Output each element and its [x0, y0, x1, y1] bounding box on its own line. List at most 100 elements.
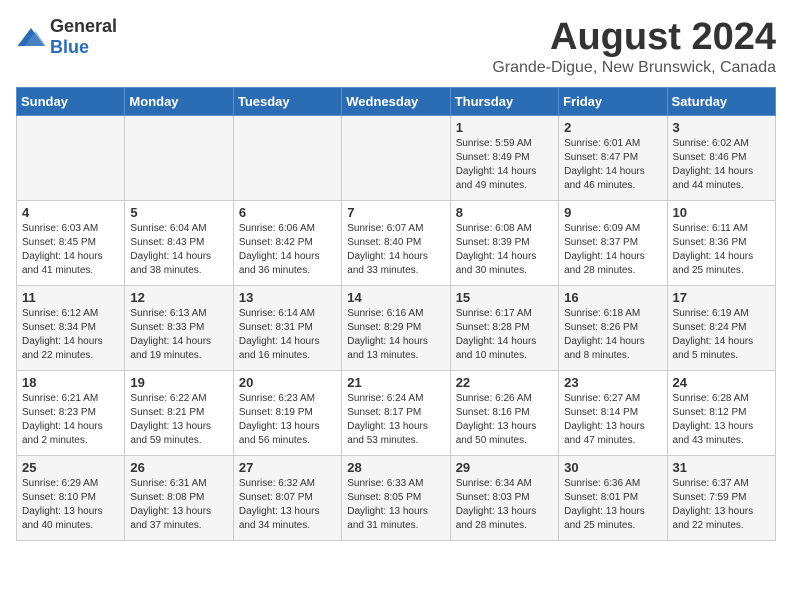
day-number: 11	[22, 290, 119, 305]
calendar-week-row: 4Sunrise: 6:03 AM Sunset: 8:45 PM Daylig…	[17, 201, 776, 286]
day-number: 5	[130, 205, 227, 220]
calendar-cell: 15 Sunrise: 6:17 AM Sunset: 8:28 PM Dayli…	[450, 286, 558, 371]
day-number: 7	[347, 205, 444, 220]
calendar-cell: 24 Sunrise: 6:28 AM Sunset: 8:12 PM Dayli…	[667, 371, 775, 456]
column-header-thursday: Thursday	[450, 88, 558, 116]
calendar-cell	[17, 116, 125, 201]
calendar-cell: 14 Sunrise: 6:16 AM Sunset: 8:29 PM Dayli…	[342, 286, 450, 371]
day-info: Sunrise: 6:26 AM Sunset: 8:16 PM Dayligh…	[456, 392, 553, 448]
day-info: Sunrise: 6:07 AM Sunset: 8:40 PM Dayligh…	[347, 222, 444, 278]
calendar-cell: 1Sunrise: 5:59 AM Sunset: 8:49 PM Daylig…	[450, 116, 558, 201]
day-info: Sunrise: 6:34 AM Sunset: 8:03 PM Dayligh…	[456, 477, 553, 533]
day-number: 13	[239, 290, 336, 305]
calendar-cell: 4Sunrise: 6:03 AM Sunset: 8:45 PM Daylig…	[17, 201, 125, 286]
day-number: 20	[239, 375, 336, 390]
month-year-title: August 2024	[492, 16, 776, 59]
day-info: Sunrise: 6:24 AM Sunset: 8:17 PM Dayligh…	[347, 392, 444, 448]
column-header-tuesday: Tuesday	[233, 88, 341, 116]
day-number: 17	[673, 290, 770, 305]
calendar-cell	[233, 116, 341, 201]
column-header-monday: Monday	[125, 88, 233, 116]
calendar-cell: 23Sunrise: 6:27 AM Sunset: 8:14 PM Dayli…	[559, 371, 667, 456]
title-block: August 2024 Grande-Digue, New Brunswick,…	[492, 16, 776, 77]
calendar-cell: 16 Sunrise: 6:18 AM Sunset: 8:26 PM Dayli…	[559, 286, 667, 371]
day-number: 16	[564, 290, 661, 305]
day-info: Sunrise: 6:11 AM Sunset: 8:36 PM Dayligh…	[673, 222, 770, 278]
day-info: Sunrise: 5:59 AM Sunset: 8:49 PM Dayligh…	[456, 137, 553, 193]
calendar-body: 1Sunrise: 5:59 AM Sunset: 8:49 PM Daylig…	[17, 116, 776, 541]
day-number: 8	[456, 205, 553, 220]
day-info: Sunrise: 6:22 AM Sunset: 8:21 PM Dayligh…	[130, 392, 227, 448]
day-info: Sunrise: 6:18 AM Sunset: 8:26 PM Dayligh…	[564, 307, 661, 363]
day-info: Sunrise: 6:03 AM Sunset: 8:45 PM Dayligh…	[22, 222, 119, 278]
calendar-cell: 6 Sunrise: 6:06 AM Sunset: 8:42 PM Daylig…	[233, 201, 341, 286]
day-number: 31	[673, 460, 770, 475]
day-info: Sunrise: 6:28 AM Sunset: 8:12 PM Dayligh…	[673, 392, 770, 448]
day-number: 14	[347, 290, 444, 305]
day-info: Sunrise: 6:17 AM Sunset: 8:28 PM Dayligh…	[456, 307, 553, 363]
day-info: Sunrise: 6:33 AM Sunset: 8:05 PM Dayligh…	[347, 477, 444, 533]
day-number: 9	[564, 205, 661, 220]
day-number: 22	[456, 375, 553, 390]
calendar-cell: 8 Sunrise: 6:08 AM Sunset: 8:39 PM Daylig…	[450, 201, 558, 286]
calendar-cell: 3Sunrise: 6:02 AM Sunset: 8:46 PM Daylig…	[667, 116, 775, 201]
calendar-week-row: 1Sunrise: 5:59 AM Sunset: 8:49 PM Daylig…	[17, 116, 776, 201]
calendar-cell: 13 Sunrise: 6:14 AM Sunset: 8:31 PM Dayli…	[233, 286, 341, 371]
logo-icon	[16, 25, 46, 49]
calendar-header-row: SundayMondayTuesdayWednesdayThursdayFrid…	[17, 88, 776, 116]
column-header-sunday: Sunday	[17, 88, 125, 116]
day-info: Sunrise: 6:02 AM Sunset: 8:46 PM Dayligh…	[673, 137, 770, 193]
day-info: Sunrise: 6:19 AM Sunset: 8:24 PM Dayligh…	[673, 307, 770, 363]
calendar-cell: 9Sunrise: 6:09 AM Sunset: 8:37 PM Daylig…	[559, 201, 667, 286]
day-number: 30	[564, 460, 661, 475]
day-number: 21	[347, 375, 444, 390]
column-header-saturday: Saturday	[667, 88, 775, 116]
day-info: Sunrise: 6:01 AM Sunset: 8:47 PM Dayligh…	[564, 137, 661, 193]
day-number: 28	[347, 460, 444, 475]
calendar-cell: 21 Sunrise: 6:24 AM Sunset: 8:17 PM Dayli…	[342, 371, 450, 456]
day-info: Sunrise: 6:36 AM Sunset: 8:01 PM Dayligh…	[564, 477, 661, 533]
day-number: 10	[673, 205, 770, 220]
day-number: 12	[130, 290, 227, 305]
logo-blue: Blue	[50, 37, 89, 57]
calendar-cell: 10 Sunrise: 6:11 AM Sunset: 8:36 PM Dayli…	[667, 201, 775, 286]
day-info: Sunrise: 6:14 AM Sunset: 8:31 PM Dayligh…	[239, 307, 336, 363]
calendar-cell: 11 Sunrise: 6:12 AM Sunset: 8:34 PM Dayli…	[17, 286, 125, 371]
calendar-cell: 20 Sunrise: 6:23 AM Sunset: 8:19 PM Dayli…	[233, 371, 341, 456]
day-number: 2	[564, 120, 661, 135]
day-info: Sunrise: 6:06 AM Sunset: 8:42 PM Dayligh…	[239, 222, 336, 278]
day-number: 6	[239, 205, 336, 220]
calendar-cell: 7 Sunrise: 6:07 AM Sunset: 8:40 PM Daylig…	[342, 201, 450, 286]
day-number: 15	[456, 290, 553, 305]
day-info: Sunrise: 6:04 AM Sunset: 8:43 PM Dayligh…	[130, 222, 227, 278]
calendar-cell: 2 Sunrise: 6:01 AM Sunset: 8:47 PM Daylig…	[559, 116, 667, 201]
day-number: 24	[673, 375, 770, 390]
day-info: Sunrise: 6:21 AM Sunset: 8:23 PM Dayligh…	[22, 392, 119, 448]
day-number: 25	[22, 460, 119, 475]
day-number: 23	[564, 375, 661, 390]
calendar-cell	[342, 116, 450, 201]
day-number: 19	[130, 375, 227, 390]
calendar-cell: 18 Sunrise: 6:21 AM Sunset: 8:23 PM Dayli…	[17, 371, 125, 456]
day-info: Sunrise: 6:23 AM Sunset: 8:19 PM Dayligh…	[239, 392, 336, 448]
calendar-cell: 5 Sunrise: 6:04 AM Sunset: 8:43 PM Daylig…	[125, 201, 233, 286]
day-number: 26	[130, 460, 227, 475]
location-subtitle: Grande-Digue, New Brunswick, Canada	[492, 59, 776, 77]
day-info: Sunrise: 6:12 AM Sunset: 8:34 PM Dayligh…	[22, 307, 119, 363]
day-info: Sunrise: 6:08 AM Sunset: 8:39 PM Dayligh…	[456, 222, 553, 278]
calendar-week-row: 25Sunrise: 6:29 AM Sunset: 8:10 PM Dayli…	[17, 456, 776, 541]
page-header: General Blue August 2024 Grande-Digue, N…	[16, 16, 776, 77]
calendar-cell: 22 Sunrise: 6:26 AM Sunset: 8:16 PM Dayli…	[450, 371, 558, 456]
day-number: 18	[22, 375, 119, 390]
column-header-friday: Friday	[559, 88, 667, 116]
day-number: 27	[239, 460, 336, 475]
calendar-cell: 26Sunrise: 6:31 AM Sunset: 8:08 PM Dayli…	[125, 456, 233, 541]
day-number: 29	[456, 460, 553, 475]
calendar-week-row: 11 Sunrise: 6:12 AM Sunset: 8:34 PM Dayli…	[17, 286, 776, 371]
column-header-wednesday: Wednesday	[342, 88, 450, 116]
day-info: Sunrise: 6:13 AM Sunset: 8:33 PM Dayligh…	[130, 307, 227, 363]
calendar-cell: 25Sunrise: 6:29 AM Sunset: 8:10 PM Dayli…	[17, 456, 125, 541]
calendar-cell: 12 Sunrise: 6:13 AM Sunset: 8:33 PM Dayli…	[125, 286, 233, 371]
logo: General Blue	[16, 16, 117, 58]
day-info: Sunrise: 6:16 AM Sunset: 8:29 PM Dayligh…	[347, 307, 444, 363]
